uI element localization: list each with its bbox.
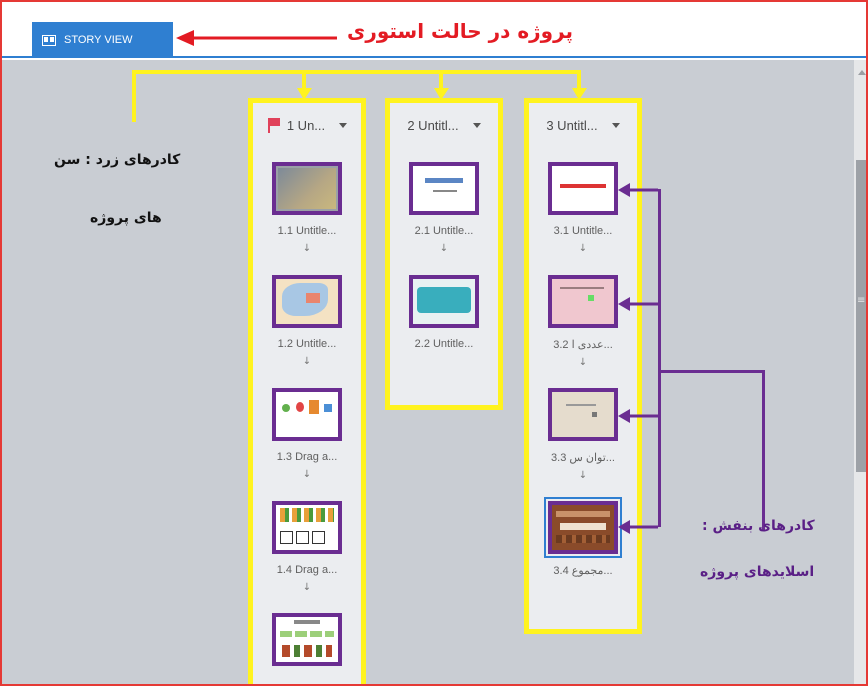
purple-arrows <box>618 183 658 534</box>
screenshot-frame: STORY VIEW پروژه در حالت استوری 1 Un... … <box>0 0 868 686</box>
yellow-frames-note-line1: کادرهای زرد : سن <box>54 152 181 168</box>
purple-frames-note-line1: کادرهای بنفش : <box>702 518 815 534</box>
purple-frames-note-line2: اسلایدهای پروژه <box>700 564 815 580</box>
yellow-frames-note-line2: های پروژه <box>90 210 162 226</box>
